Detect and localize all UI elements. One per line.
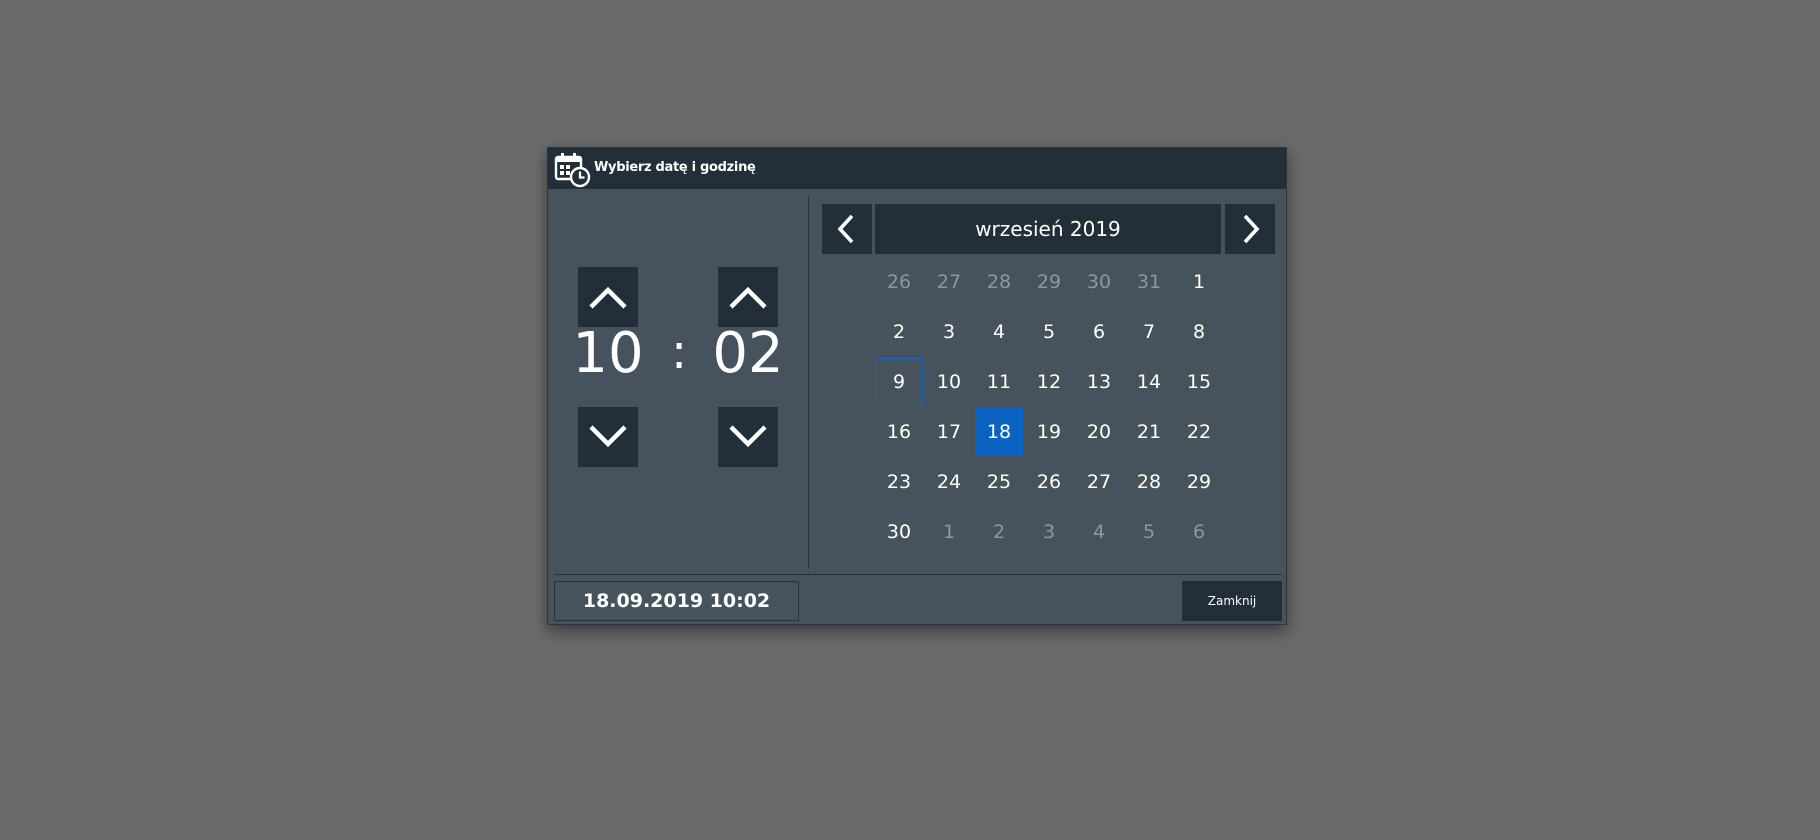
panel-divider xyxy=(808,196,809,569)
calendar-day[interactable]: 4 xyxy=(974,307,1024,357)
calendar-day[interactable]: 20 xyxy=(1074,407,1124,457)
calendar-day[interactable]: 24 xyxy=(924,457,974,507)
calendar-day[interactable]: 4 xyxy=(1074,507,1124,557)
calendar-day[interactable]: 27 xyxy=(1074,457,1124,507)
footer-divider xyxy=(554,574,1282,575)
calendar-day[interactable]: 2 xyxy=(874,307,924,357)
calendar-day[interactable]: 13 xyxy=(1074,357,1124,407)
title-bar: Wybierz datę i godzinę xyxy=(548,148,1286,189)
calendar-day[interactable]: 28 xyxy=(1124,457,1174,507)
calendar-day[interactable]: 11 xyxy=(974,357,1024,407)
month-year-label[interactable]: wrzesień 2019 xyxy=(875,204,1221,254)
minute-down-button[interactable] xyxy=(718,407,778,467)
calendar-day[interactable]: 10 xyxy=(924,357,974,407)
calendar-day[interactable]: 6 xyxy=(1074,307,1124,357)
calendar-day[interactable]: 5 xyxy=(1124,507,1174,557)
calendar-day[interactable]: 14 xyxy=(1124,357,1174,407)
calendar-day[interactable]: 27 xyxy=(924,257,974,307)
calendar-day-grid: 26 27 28 29 30 31 1 2 3 4 5 6 7 8 9 10 11 12 13 14 15 16 17 18 1… xyxy=(874,257,1224,557)
dialog-title: Wybierz datę i godzinę xyxy=(594,160,756,175)
minute-value: 02 xyxy=(712,321,784,386)
calendar-day[interactable]: 1 xyxy=(924,507,974,557)
calendar-day[interactable]: 30 xyxy=(874,507,924,557)
calendar-day[interactable]: 3 xyxy=(1024,507,1074,557)
calendar-day[interactable]: 16 xyxy=(874,407,924,457)
chevron-down-icon xyxy=(729,425,767,448)
calendar-day[interactable]: 26 xyxy=(1024,457,1074,507)
calendar-day[interactable]: 19 xyxy=(1024,407,1074,457)
calendar-day[interactable]: 15 xyxy=(1174,357,1224,407)
hour-up-button[interactable] xyxy=(578,267,638,327)
calendar-day[interactable]: 23 xyxy=(874,457,924,507)
chevron-left-icon xyxy=(837,214,854,244)
calendar-day[interactable]: 17 xyxy=(924,407,974,457)
calendar-day[interactable]: 8 xyxy=(1174,307,1224,357)
calendar-day[interactable]: 29 xyxy=(1174,457,1224,507)
calendar-day[interactable]: 2 xyxy=(974,507,1024,557)
calendar-day[interactable]: 7 xyxy=(1124,307,1174,357)
calendar-day[interactable]: 31 xyxy=(1124,257,1174,307)
calendar-day[interactable]: 29 xyxy=(1024,257,1074,307)
date-time-picker-dialog: Wybierz datę i godzinę 10 : 02 wrzesień … xyxy=(547,147,1287,625)
close-button[interactable]: Zamknij xyxy=(1182,581,1282,621)
hour-down-button[interactable] xyxy=(578,407,638,467)
hour-value: 10 xyxy=(572,321,644,386)
calendar-day[interactable]: 28 xyxy=(974,257,1024,307)
chevron-down-icon xyxy=(589,425,627,448)
calendar-day[interactable]: 6 xyxy=(1174,507,1224,557)
selected-datetime-display: 18.09.2019 10:02 xyxy=(554,581,799,621)
calendar-clock-icon xyxy=(554,153,591,188)
chevron-up-icon xyxy=(729,286,767,309)
calendar-day[interactable]: 21 xyxy=(1124,407,1174,457)
prev-month-button[interactable] xyxy=(822,204,872,254)
calendar-day[interactable]: 12 xyxy=(1024,357,1074,407)
chevron-up-icon xyxy=(589,286,627,309)
time-panel: 10 : 02 xyxy=(548,189,808,579)
calendar-day[interactable]: 26 xyxy=(874,257,924,307)
calendar-day[interactable]: 25 xyxy=(974,457,1024,507)
next-month-button[interactable] xyxy=(1225,204,1275,254)
chevron-right-icon xyxy=(1243,214,1260,244)
calendar-day[interactable]: 3 xyxy=(924,307,974,357)
calendar-day[interactable]: 22 xyxy=(1174,407,1224,457)
minute-up-button[interactable] xyxy=(718,267,778,327)
calendar-day-selected[interactable]: 18 xyxy=(975,408,1023,456)
calendar-day[interactable]: 5 xyxy=(1024,307,1074,357)
calendar-day-today[interactable]: 9 xyxy=(875,358,923,406)
calendar-day[interactable]: 1 xyxy=(1174,257,1224,307)
time-separator: : xyxy=(671,324,688,380)
calendar-day[interactable]: 30 xyxy=(1074,257,1124,307)
